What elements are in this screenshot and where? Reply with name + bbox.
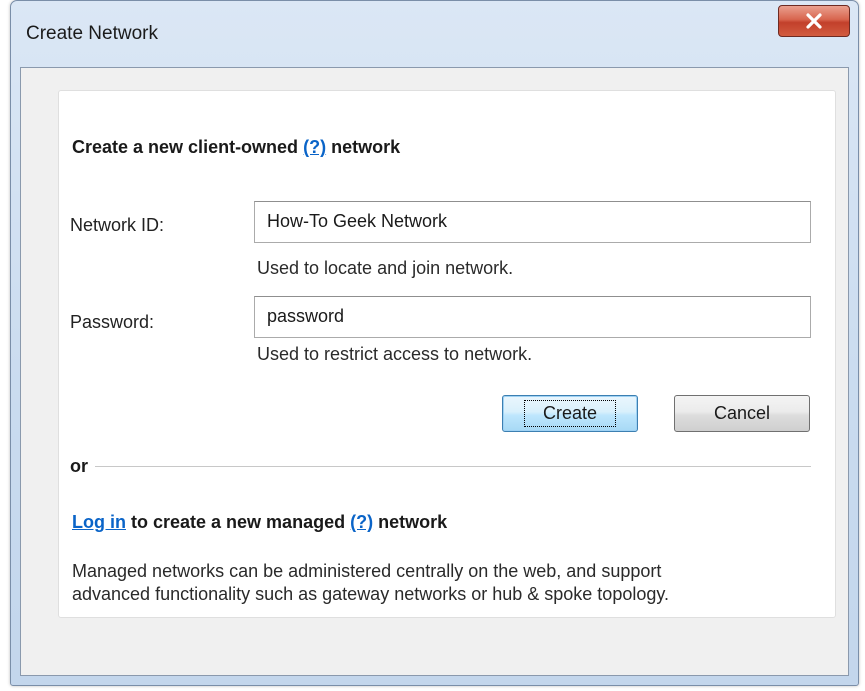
window-title: Create Network [26,23,158,44]
client-owned-heading: Create a new client-owned (?) network [72,137,400,158]
password-hint: Used to restrict access to network. [257,344,533,364]
cancel-button[interactable]: Cancel [674,395,810,432]
network-id-field[interactable]: How-To Geek Network [254,201,811,243]
managed-heading-suffix: network [378,512,448,532]
close-button[interactable] [778,5,850,37]
network-id-label: Network ID: [70,215,165,235]
close-x-icon [806,13,822,29]
client-owned-heading-suffix: network [331,137,401,157]
separator-line [95,466,811,467]
create-button-label: Create [523,400,617,427]
client-owned-heading-prefix: Create a new client-owned [72,137,299,157]
client-owned-help-link[interactable]: (?) [303,137,326,157]
log-in-link[interactable]: Log in [72,512,126,532]
network-id-hint: Used to locate and join network. [257,258,514,278]
managed-heading: Log in to create a new managed (?) netwo… [72,512,447,533]
password-label: Password: [70,312,155,332]
create-button[interactable]: Create [502,395,638,432]
or-separator-label: or [70,456,88,476]
managed-description-line-1: Managed networks can be administered cen… [72,561,662,581]
managed-heading-middle: to create a new managed [131,512,346,532]
managed-description: Managed networks can be administered cen… [72,560,669,606]
managed-description-line-2: advanced functionality such as gateway n… [72,584,670,604]
managed-help-link[interactable]: (?) [350,512,373,532]
title-bar[interactable]: Create Network [11,1,858,67]
password-field[interactable]: password [254,296,811,338]
